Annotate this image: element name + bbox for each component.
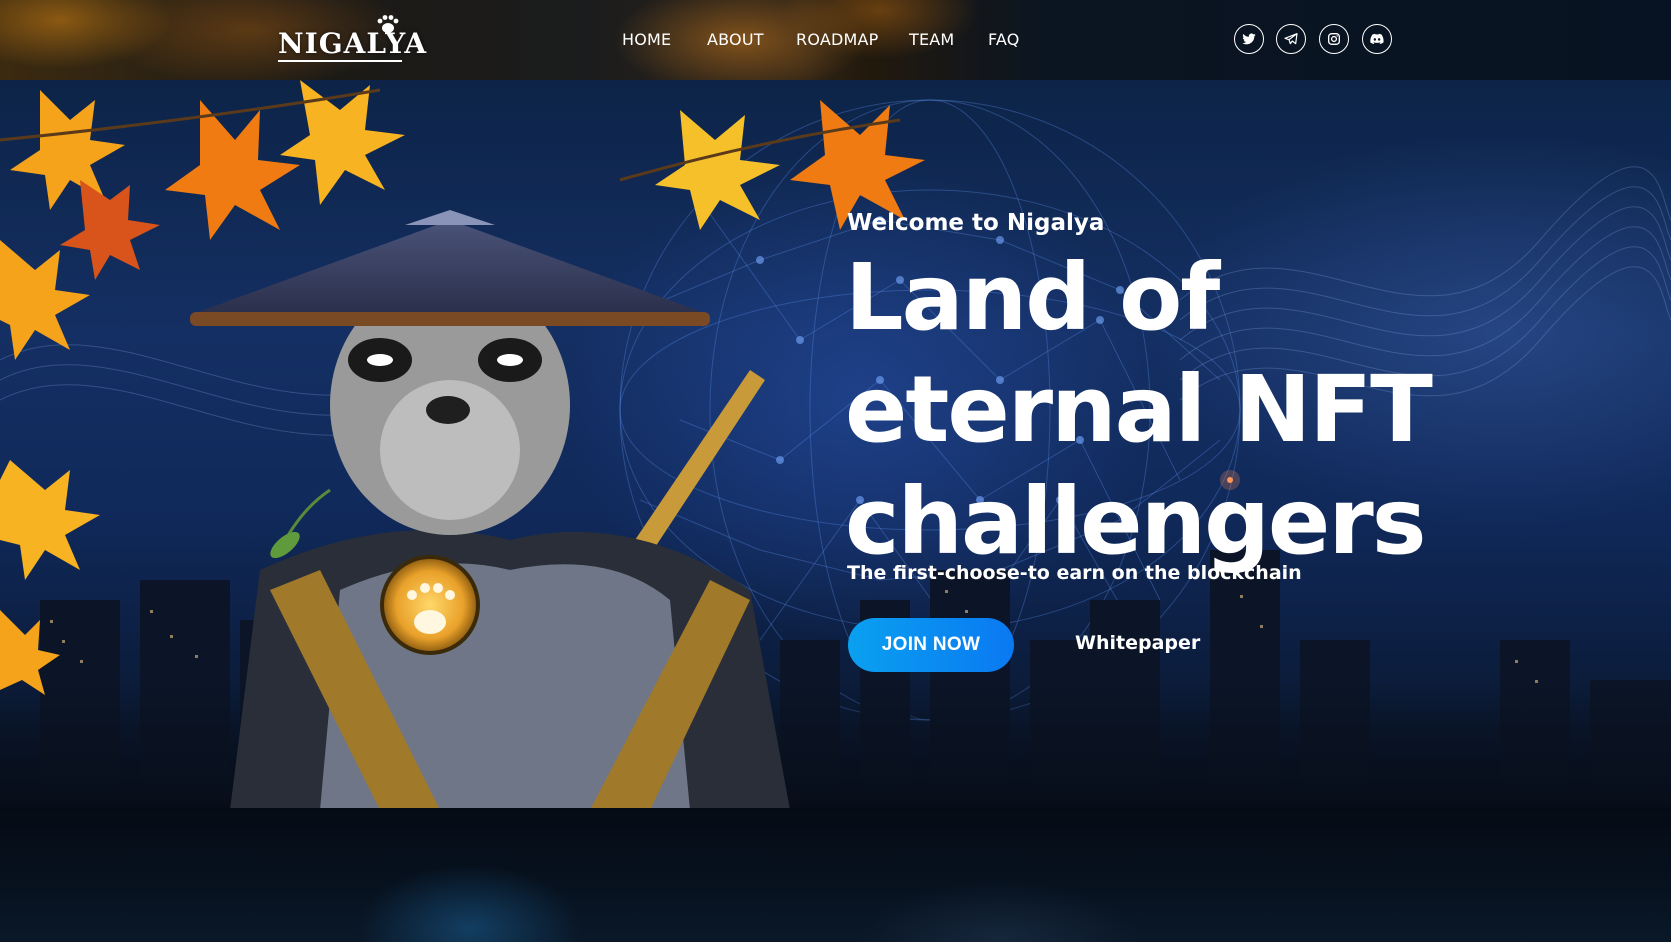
nav-about[interactable]: ABOUT [707,28,764,51]
logo-underline [278,60,402,62]
site-logo[interactable]: NIGALYA [278,15,426,64]
hero-subtitle: The first-choose-to earn on the blockcha… [847,562,1302,584]
nav-home[interactable]: HOME [622,28,671,51]
instagram-icon [1328,33,1340,45]
next-section-background [0,808,1671,942]
logo-text: NIGALYA [278,27,428,60]
nav-roadmap[interactable]: ROADMAP [796,28,879,51]
telegram-button[interactable] [1276,24,1306,54]
autumn-leaves-decoration [0,80,925,695]
nav-team[interactable]: TEAM [909,28,954,51]
discord-icon [1370,33,1384,44]
discord-button[interactable] [1362,24,1392,54]
instagram-button[interactable] [1319,24,1349,54]
headline-line-1: Land of [845,244,1220,351]
hero-headline: Land of eternal NFT challengers [845,242,1433,578]
telegram-icon [1284,33,1298,45]
twitter-button[interactable] [1234,24,1264,54]
whitepaper-link[interactable]: Whitepaper [1075,632,1200,654]
headline-line-2: eternal NFT [845,356,1433,463]
hero-section: Welcome to Nigalya Land of eternal NFT c… [0,80,1671,808]
welcome-text: Welcome to Nigalya [847,210,1105,236]
nav-faq[interactable]: FAQ [988,28,1020,51]
twitter-icon [1242,33,1256,45]
paw-icon [377,15,399,33]
join-now-button[interactable]: JOIN NOW [848,618,1014,672]
site-header: NIGALYA HOME ABOUT ROADMAP TEAM FAQ [0,0,1671,80]
